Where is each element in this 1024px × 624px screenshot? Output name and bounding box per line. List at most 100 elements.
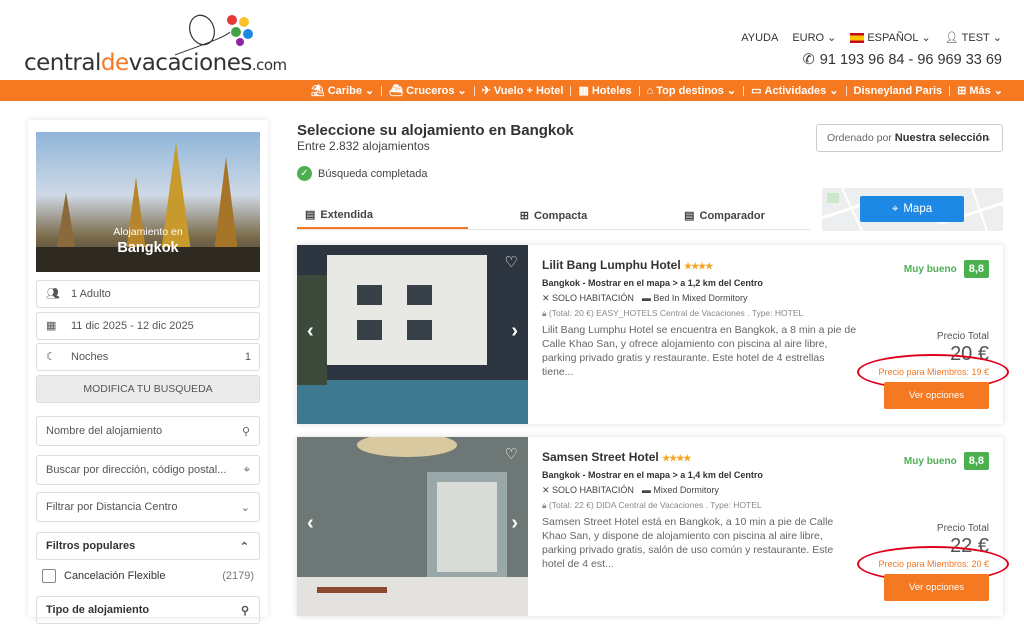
nights-field: ☾ Noches 1 — [36, 343, 260, 371]
room-info: ✕ SOLO HABITACIÓN ▬ Bed In Mixed Dormito… — [542, 293, 747, 304]
regime-text: SOLO HABITACIÓN — [552, 485, 634, 495]
nav-item-top-destinos[interactable]: ⌂ Top destinos ⌄ — [640, 84, 744, 98]
map-button-label: Mapa — [903, 203, 933, 215]
guests-value: 1 Adulto — [71, 288, 111, 300]
hotel-photo[interactable]: ‹ › ♡ — [297, 437, 528, 616]
provider-text: (Total: 22 €) DIDA Central de Vacaciones… — [548, 500, 762, 510]
phone-numbers[interactable]: ✆ 91 193 96 84 - 96 969 33 69 — [803, 52, 1002, 68]
view-options-button[interactable]: Ver opciones — [884, 382, 989, 409]
chevron-down-icon: ⌄ — [726, 85, 737, 97]
hotel-card[interactable]: ‹ › ♡ Samsen Street Hotel ★★★★ Bangkok -… — [297, 437, 1009, 616]
view-tabs: ▤ Extendida ⊞ Compacta ▤ Comparador — [297, 202, 810, 230]
language-selector[interactable]: ESPAÑOL ⌄ — [850, 31, 931, 44]
popular-filters-header[interactable]: Filtros populares ⌃ — [36, 532, 260, 560]
provider-info: 🔒︎ (Total: 22 €) DIDA Central de Vacacio… — [542, 500, 762, 511]
modify-search-button[interactable]: MODIFICA TU BUSQUEDA — [36, 375, 260, 403]
destination-hero-image: Alojamiento en Bangkok — [36, 132, 260, 272]
flexible-cancellation-filter[interactable]: Cancelación Flexible (2179) — [42, 569, 254, 583]
guest-rating: Muy bueno 8,8 — [904, 452, 989, 470]
palm-icon: ⛱ — [310, 85, 325, 97]
tab-label: Extendida — [320, 208, 373, 221]
hero-city: Bangkok — [117, 240, 179, 256]
site-header: centraldevacaciones.com AYUDA EURO ⌄ ESPA… — [0, 0, 1024, 80]
hotel-name[interactable]: Lilit Bang Lumphu Hotel ★★★★ — [542, 258, 713, 272]
grid-icon: ⊞ — [519, 210, 530, 222]
hotel-photo-graphic — [297, 245, 528, 424]
map-preview[interactable]: ⌖ Mapa — [822, 188, 1003, 231]
nav-item-cruceros[interactable]: ⛴ Cruceros ⌄ — [382, 84, 473, 98]
checkbox[interactable] — [42, 569, 56, 583]
currency-label: EURO — [792, 31, 825, 44]
compare-icon: ▤ — [684, 210, 695, 222]
nav-label: Cruceros — [406, 84, 455, 97]
tab-label: Compacta — [534, 209, 588, 222]
spain-flag-icon — [850, 32, 865, 43]
hotel-photo[interactable]: ‹ › ♡ — [297, 245, 528, 424]
next-photo-icon[interactable]: › — [511, 320, 518, 343]
address-search-input[interactable]: Buscar por dirección, código postal... ⌖ — [36, 455, 260, 485]
guest-rating: Muy bueno 8,8 — [904, 260, 989, 278]
room-type-text: Mixed Dormitory — [653, 485, 719, 495]
lock-icon: 🔒︎ — [542, 308, 549, 318]
nav-item-disneyland[interactable]: Disneyland Paris — [847, 85, 950, 97]
nav-label: Caribe — [327, 84, 362, 97]
nav-label: Disneyland Paris — [853, 84, 943, 97]
nav-item-vuelo-hotel[interactable]: ✈ Vuelo + Hotel — [475, 84, 571, 98]
prev-photo-icon[interactable]: ‹ — [307, 320, 314, 343]
popular-filters-title: Filtros populares — [46, 540, 136, 552]
accommodation-type-header[interactable]: Tipo de alojamiento ⚲ — [36, 596, 260, 624]
address-placeholder: Buscar por dirección, código postal... — [46, 464, 227, 476]
favorite-heart-icon[interactable]: ♡ — [505, 445, 518, 463]
filter-count: (2179) — [222, 570, 254, 582]
nav-item-hoteles[interactable]: ▦ Hoteles — [571, 84, 638, 98]
help-link[interactable]: AYUDA — [741, 32, 778, 44]
nights-value: 1 — [244, 351, 251, 363]
ship-icon: ⛴ — [389, 85, 404, 97]
cutlery-icon: ✕ — [542, 485, 553, 495]
nav-label: Top destinos — [656, 84, 724, 97]
currency-selector[interactable]: EURO ⌄ — [792, 31, 836, 45]
map-button[interactable]: ⌖ Mapa — [860, 196, 964, 222]
chevron-down-icon: ⌄ — [921, 32, 931, 44]
tab-compacta[interactable]: ⊞ Compacta — [468, 202, 639, 229]
next-photo-icon[interactable]: › — [511, 512, 518, 535]
nav-item-actividades[interactable]: ▭ Actividades ⌄ — [744, 84, 845, 98]
chevron-down-icon: ⌄ — [992, 32, 1002, 44]
site-logo[interactable]: centraldevacaciones.com — [24, 50, 287, 76]
prev-photo-icon[interactable]: ‹ — [307, 512, 314, 535]
hotel-location[interactable]: Bangkok - Mostrar en el mapa > a 1,4 km … — [542, 470, 763, 480]
hotel-description: Lilit Bang Lumphu Hotel se encuentra en … — [542, 324, 857, 378]
view-options-button[interactable]: Ver opciones — [884, 574, 989, 601]
rating-score: 8,8 — [963, 260, 989, 278]
phone-icon: ✆ — [802, 52, 815, 68]
nav-item-mas[interactable]: ⊞ Más ⌄ — [950, 84, 1010, 98]
tab-comparador[interactable]: ▤ Comparador — [639, 202, 810, 229]
regime: ✕ SOLO HABITACIÓN — [542, 485, 634, 496]
regime-text: SOLO HABITACIÓN — [552, 293, 634, 303]
hotel-name[interactable]: Samsen Street Hotel ★★★★ — [542, 450, 691, 464]
hotel-description: Samsen Street Hotel está en Bangkok, a 1… — [542, 516, 834, 570]
provider-info: 🔒︎ (Total: 20 €) EASY_HOTELS Central de … — [542, 308, 803, 319]
plus-icon: ⊞ — [957, 85, 967, 97]
bed-icon: ▬ — [641, 293, 654, 303]
user-menu[interactable]: 👤︎ TEST ⌄ — [945, 31, 1002, 45]
language-label: ESPAÑOL — [867, 31, 919, 44]
distance-filter-select[interactable]: Filtrar por Distancia Centro ⌄ — [36, 492, 260, 522]
favorite-heart-icon[interactable]: ♡ — [505, 253, 518, 271]
sort-select[interactable]: Ordenado por Nuestra selección ⌄ — [816, 124, 1003, 152]
accommodation-type-title: Tipo de alojamiento — [46, 604, 150, 616]
hotel-card[interactable]: ‹ › ♡ Lilit Bang Lumphu Hotel ★★★★ Bangk… — [297, 245, 1009, 424]
hotel-icon: ▦ — [578, 85, 589, 97]
dates-field[interactable]: ▦ 11 dic 2025 - 12 dic 2025 — [36, 312, 260, 340]
lock-icon: 🔒︎ — [542, 500, 549, 510]
chevron-down-icon: ⌄ — [457, 85, 467, 97]
hotel-name-input[interactable]: Nombre del alojamiento ⚲ — [36, 416, 260, 446]
hotel-location[interactable]: Bangkok - Mostrar en el mapa > a 1,2 km … — [542, 278, 763, 288]
guests-field[interactable]: 👥︎ 1 Adulto — [36, 280, 260, 308]
nav-item-caribe[interactable]: ⛱ Caribe ⌄ — [304, 84, 381, 98]
tab-extendida[interactable]: ▤ Extendida — [297, 202, 468, 229]
chevron-down-icon: ⌄ — [240, 502, 250, 514]
logo-text: de — [100, 50, 129, 76]
top-utility-nav: AYUDA EURO ⌄ ESPAÑOL ⌄ 👤︎ TEST ⌄ — [741, 31, 1002, 45]
search-icon: ⚲ — [241, 426, 250, 438]
